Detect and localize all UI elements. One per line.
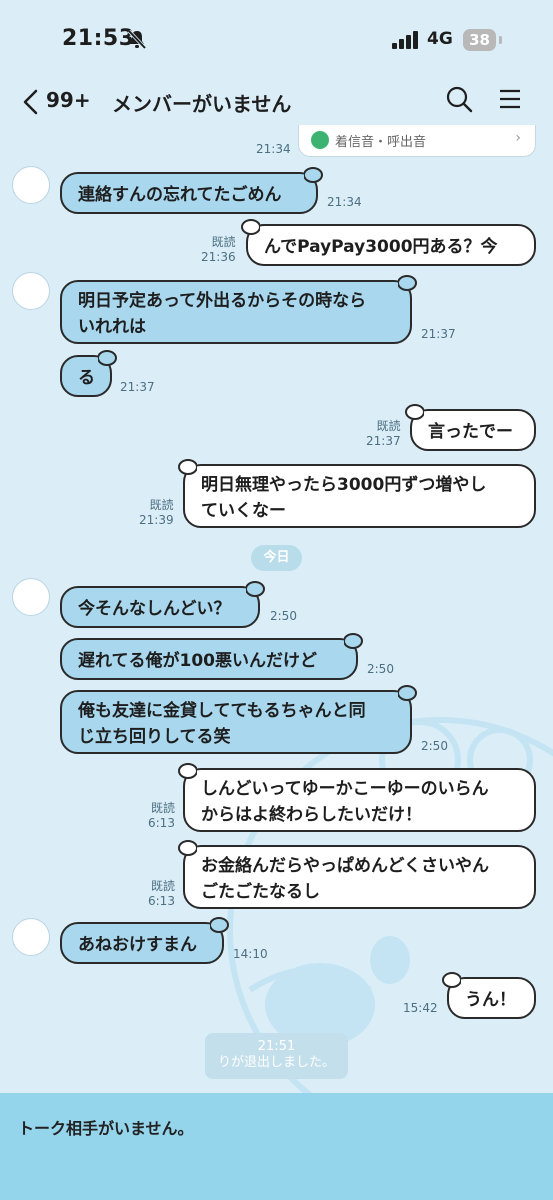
message-bubble-incoming[interactable]: る <box>60 350 117 397</box>
message-time: 6:13 <box>148 894 175 908</box>
message-time: 2:50 <box>421 739 448 753</box>
read-receipt: 既読 <box>150 879 175 893</box>
bubble-tail <box>304 167 323 183</box>
read-receipt: 既読 <box>149 498 174 512</box>
message-meta: 既読 21:39 <box>139 498 174 528</box>
message-time: 21:36 <box>201 250 236 264</box>
bubble-tail <box>178 459 197 475</box>
message-time: 21:34 <box>327 195 362 209</box>
avatar[interactable] <box>12 918 50 956</box>
message-time: 21:34 <box>256 142 291 156</box>
message-bubble-incoming[interactable]: 遅れてる俺が100悪いんだけど <box>60 633 363 680</box>
message-bubble-outgoing[interactable]: 明日無理やったら3000円ずつ増やし ていくなー <box>178 459 536 528</box>
message-time: 21:37 <box>421 327 456 341</box>
system-message-time: 21:51 <box>257 1039 296 1054</box>
message-bubble-outgoing[interactable]: しんどいってゆーかこーゆーのいらん からはよ終わらしたいだけ！ <box>178 763 536 832</box>
message-text: からはよ終わらしたいだけ！ <box>201 805 422 825</box>
read-receipt: 既読 <box>150 801 175 815</box>
bubble-tail <box>398 275 417 291</box>
chat-header: 99+ メンバーがいません <box>0 80 553 124</box>
message-bubble-incoming[interactable]: 今そんなしんどい？ <box>60 581 265 628</box>
message-text: しんどいってゆーかこーゆーのいらん <box>201 779 489 799</box>
message-time: 2:50 <box>367 662 394 676</box>
message-text: あねおけすまん <box>78 935 197 955</box>
date-separator: 今日 <box>251 545 302 571</box>
read-receipt: 既読 <box>211 235 236 249</box>
message-text: んでPayPay3000円ある？今 <box>264 237 498 257</box>
avatar[interactable] <box>12 166 50 204</box>
message-text: 遅れてる俺が100悪いんだけど <box>78 651 317 671</box>
message-bubble-incoming[interactable]: 明日予定あって外出るからその時なら いれれは <box>60 275 417 344</box>
message-text: うん！ <box>465 990 516 1010</box>
message-bubble-outgoing[interactable]: んでPayPay3000円ある？今 <box>241 219 536 266</box>
message-time: 14:10 <box>233 947 268 961</box>
message-text: じ立ち回りしてる笑 <box>78 727 231 747</box>
message-meta: 既読 21:37 <box>366 419 401 449</box>
message-meta: 既読 21:36 <box>201 235 236 265</box>
message-text: 明日予定あって外出るからその時なら <box>78 291 367 311</box>
music-note-icon <box>311 131 329 149</box>
battery-tip <box>499 36 502 44</box>
bubble-tail <box>241 219 260 235</box>
chat-title: メンバーがいません <box>112 92 292 116</box>
unread-count[interactable]: 99+ <box>46 88 91 112</box>
message-meta: 既読 6:13 <box>148 879 175 909</box>
avatar[interactable] <box>12 578 50 616</box>
message-text: 俺も友達に金貸しててもるちゃんと同 <box>78 701 366 721</box>
chevron-right-icon: › <box>515 130 521 146</box>
message-bubble-outgoing[interactable]: うん！ <box>442 972 536 1019</box>
network-type: 4G <box>427 29 453 49</box>
message-time: 2:50 <box>270 609 297 623</box>
menu-icon[interactable] <box>497 86 523 112</box>
message-text: 明日無理やったら3000円ずつ増やし <box>201 475 487 495</box>
message-text: ごたごたなるし <box>201 882 320 902</box>
bubble-tail <box>178 763 197 779</box>
message-text: いれれは <box>78 317 146 337</box>
bubble-tail <box>246 581 265 597</box>
back-chevron-icon[interactable] <box>20 88 40 116</box>
message-bubble-outgoing[interactable]: 言ったでー <box>405 404 536 451</box>
footer-bar: トーク相手がいません。 <box>0 1093 553 1200</box>
message-bubble-incoming[interactable]: あねおけすまん <box>60 917 229 964</box>
message-time: 21:39 <box>139 513 174 527</box>
message-text: お金絡んだらやっぱめんどくさいやん <box>201 856 489 876</box>
bubble-tail <box>398 685 417 701</box>
status-bar: 21:53 4G 38 <box>0 0 553 80</box>
message-text: ていくなー <box>201 501 286 521</box>
message-bubble-outgoing[interactable]: お金絡んだらやっぱめんどくさいやん ごたごたなるし <box>178 840 536 909</box>
message-bubble-incoming[interactable]: 連絡すんの忘れてたごめん <box>60 167 323 214</box>
message-text: 言ったでー <box>428 422 513 442</box>
status-time: 21:53 <box>62 26 135 51</box>
bubble-tail <box>178 840 197 856</box>
ringtone-card[interactable]: 着信音・呼出音 › <box>298 125 536 157</box>
silent-bell-icon <box>127 29 147 49</box>
system-message: 21:51 りが退出しました。 <box>205 1033 348 1079</box>
read-receipt: 既読 <box>376 419 401 433</box>
cellular-signal-icon <box>392 31 418 49</box>
message-text: 連絡すんの忘れてたごめん <box>78 185 282 205</box>
bubble-tail <box>98 350 117 366</box>
message-time: 21:37 <box>120 380 155 394</box>
message-time: 15:42 <box>403 1001 438 1015</box>
battery-icon: 38 <box>463 29 496 51</box>
avatar[interactable] <box>12 272 50 310</box>
message-time: 6:13 <box>148 816 175 830</box>
message-time: 21:37 <box>366 434 401 448</box>
bubble-tail <box>405 404 424 420</box>
message-text: 今そんなしんどい？ <box>78 599 231 619</box>
bubble-tail <box>210 917 229 933</box>
bubble-tail <box>442 972 461 988</box>
ringtone-label: 着信音・呼出音 <box>335 135 427 150</box>
search-icon[interactable] <box>444 84 474 114</box>
bubble-tail <box>344 633 363 649</box>
system-message-text: りが退出しました。 <box>217 1055 335 1070</box>
footer-notice: トーク相手がいません。 <box>18 1119 194 1138</box>
message-bubble-incoming[interactable]: 俺も友達に金貸しててもるちゃんと同 じ立ち回りしてる笑 <box>60 685 417 754</box>
message-meta: 既読 6:13 <box>148 801 175 831</box>
message-text: る <box>78 368 95 388</box>
